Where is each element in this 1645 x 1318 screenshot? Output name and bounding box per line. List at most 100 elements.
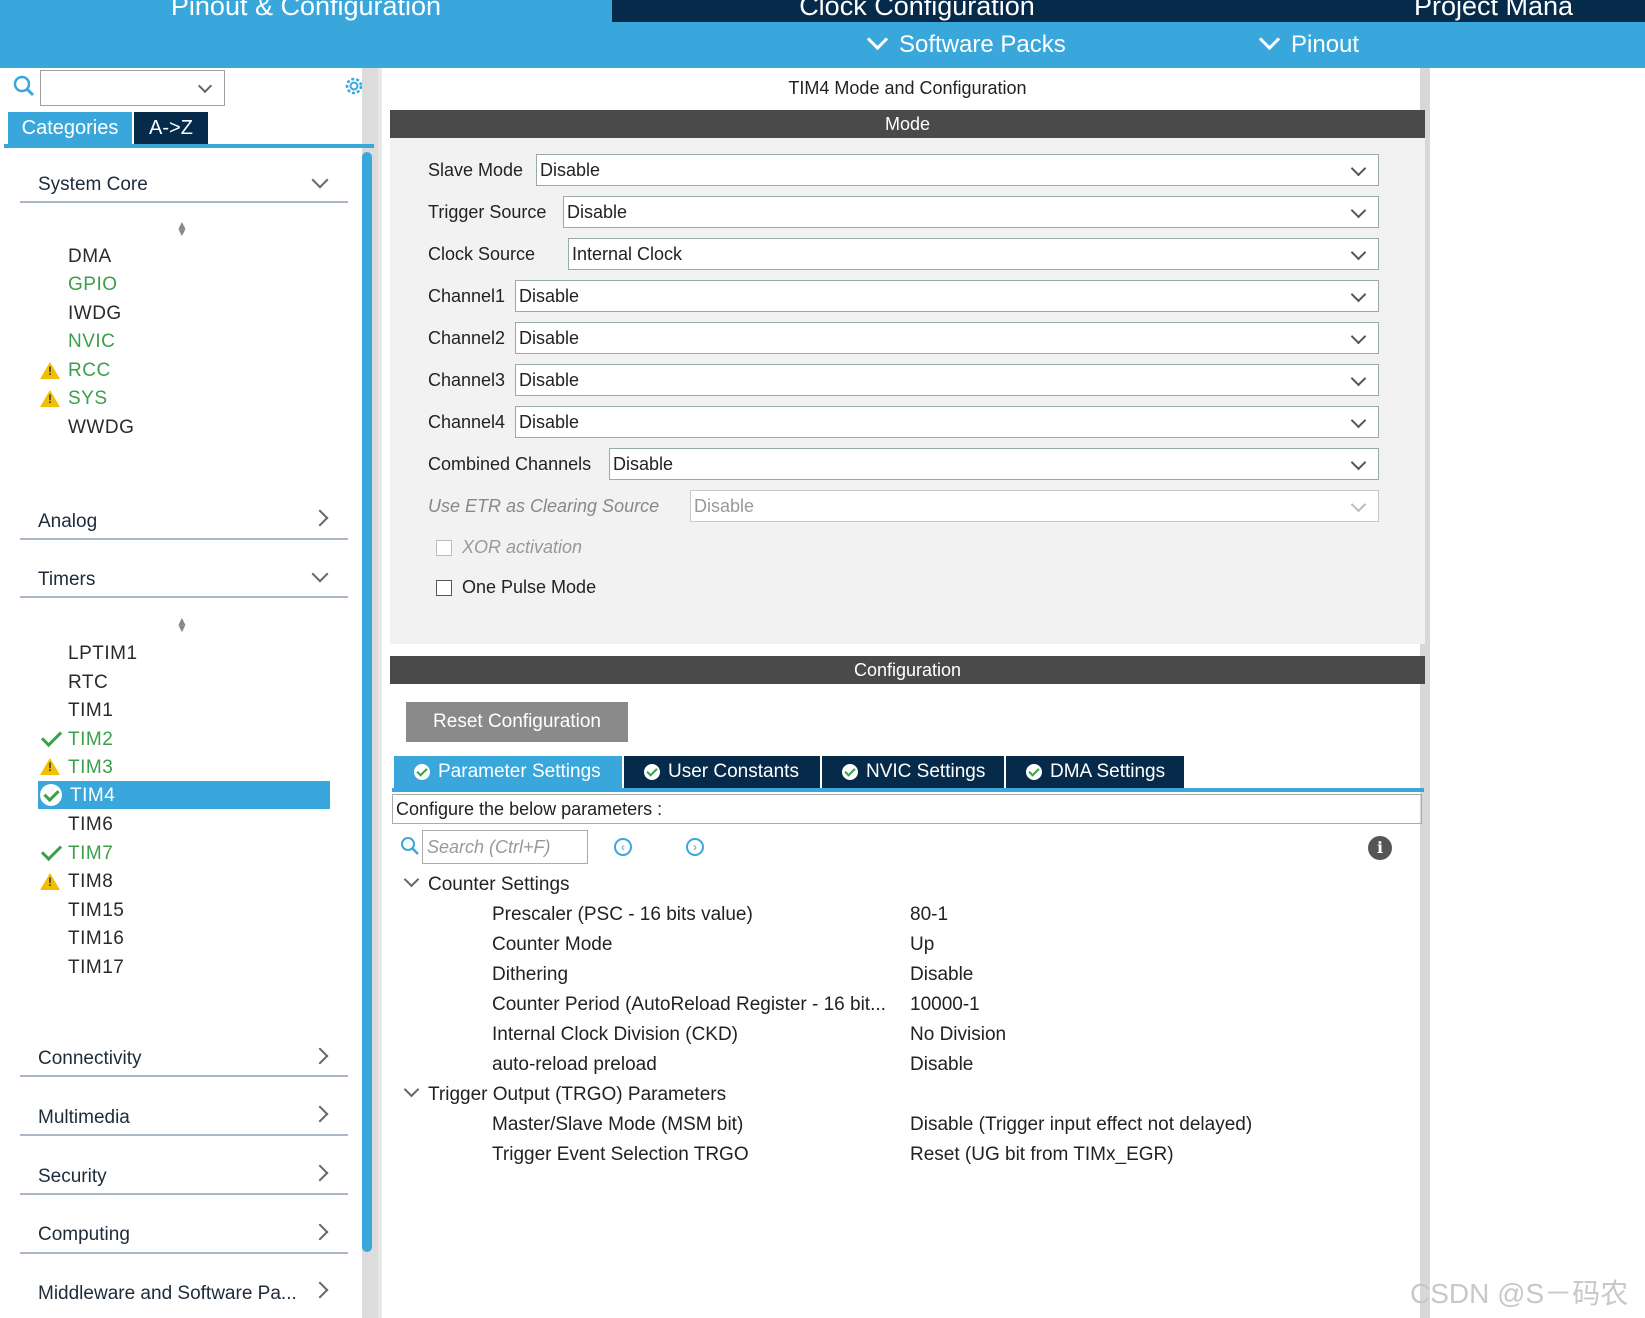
- sidebar-item-sys[interactable]: SYS: [68, 388, 108, 410]
- chevron-down-icon: [866, 28, 889, 51]
- param-value[interactable]: 10000-1: [910, 994, 980, 1016]
- tab-nvic-settings[interactable]: NVIC Settings: [822, 756, 1004, 788]
- group-counter-settings[interactable]: Counter Settings: [428, 874, 570, 896]
- section-security[interactable]: Security: [38, 1166, 107, 1188]
- warning-mark: !: [48, 392, 52, 406]
- section-analog[interactable]: Analog: [38, 511, 97, 533]
- tab-label: NVIC Settings: [866, 761, 986, 782]
- sidebar-item-tim6[interactable]: TIM6: [68, 814, 113, 836]
- trigger-source-value: Disable: [567, 202, 628, 222]
- previous-match-icon[interactable]: ‹: [614, 838, 632, 856]
- etr-clearing-select: Disable: [690, 490, 1379, 522]
- section-divider: [20, 1193, 348, 1195]
- channel2-value: Disable: [519, 328, 580, 348]
- channel4-value: Disable: [519, 412, 580, 432]
- param-name: Counter Period (AutoReload Register - 16…: [492, 994, 886, 1015]
- sidebar-item-dma[interactable]: DMA: [68, 246, 112, 268]
- watermark: CSDN @S－码农: [1410, 1278, 1629, 1309]
- channel1-select[interactable]: Disable: [515, 280, 1379, 312]
- group-trigger-output[interactable]: Trigger Output (TRGO) Parameters: [428, 1084, 726, 1106]
- info-icon[interactable]: i: [1368, 836, 1392, 860]
- search-icon[interactable]: [12, 74, 36, 98]
- slave-mode-select[interactable]: Disable: [536, 154, 1379, 186]
- section-divider: [20, 1075, 348, 1077]
- tab-categories[interactable]: Categories: [8, 112, 132, 144]
- param-value[interactable]: Disable: [910, 964, 973, 986]
- section-connectivity[interactable]: Connectivity: [38, 1048, 142, 1070]
- pinout-label: Pinout: [1291, 31, 1360, 58]
- sidebar-item-wwdg[interactable]: WWDG: [68, 417, 134, 439]
- tab-clock-configuration[interactable]: Clock Configuration: [614, 0, 1220, 22]
- param-value[interactable]: Up: [910, 934, 934, 956]
- sidebar-item-tim4[interactable]: TIM4: [70, 785, 115, 807]
- channel4-label: Channel4: [428, 412, 506, 432]
- section-divider: [20, 1134, 348, 1136]
- tab-a-to-z[interactable]: A->Z: [134, 112, 208, 144]
- parameter-search-input[interactable]: Search (Ctrl+F): [422, 830, 588, 864]
- channel3-select[interactable]: Disable: [515, 364, 1379, 396]
- sidebar-item-rcc[interactable]: RCC: [68, 360, 111, 382]
- clock-source-select[interactable]: Internal Clock: [568, 238, 1379, 270]
- tab-project-manager[interactable]: Project Mana: [1222, 0, 1645, 22]
- sidebar-item-tim8[interactable]: TIM8: [68, 871, 113, 893]
- sidebar-item-tim15[interactable]: TIM15: [68, 900, 124, 922]
- channel2-select[interactable]: Disable: [515, 322, 1379, 354]
- section-computing[interactable]: Computing: [38, 1224, 130, 1246]
- gear-icon[interactable]: [342, 74, 366, 98]
- chevron-down-icon: [1350, 202, 1367, 219]
- param-name: Internal Clock Division (CKD): [492, 1024, 739, 1045]
- page-title: TIM4 Mode and Configuration: [788, 78, 1027, 98]
- tab-parameter-settings[interactable]: Parameter Settings: [394, 756, 622, 788]
- pinout-menu[interactable]: Pinout: [1258, 28, 1360, 60]
- tab-user-constants[interactable]: User Constants: [624, 756, 820, 788]
- check-circle-icon: [414, 764, 430, 780]
- trigger-source-select[interactable]: Disable: [563, 196, 1379, 228]
- section-multimedia[interactable]: Multimedia: [38, 1107, 130, 1129]
- param-value[interactable]: Reset (UG bit from TIMx_EGR): [910, 1144, 1174, 1166]
- sidebar-item-rtc[interactable]: RTC: [68, 672, 108, 694]
- chevron-down-icon: [1350, 370, 1367, 387]
- param-value[interactable]: Disable: [910, 1054, 973, 1076]
- one-pulse-mode-checkbox[interactable]: [436, 580, 452, 596]
- xor-activation-label: XOR activation: [462, 537, 583, 557]
- channel4-select[interactable]: Disable: [515, 406, 1379, 438]
- sidebar-item-tim1[interactable]: TIM1: [68, 700, 113, 722]
- software-packs-menu[interactable]: Software Packs: [866, 28, 1066, 60]
- sidebar-item-nvic[interactable]: NVIC: [68, 331, 115, 353]
- section-system-core[interactable]: System Core: [38, 174, 148, 196]
- sidebar-item-tim3[interactable]: TIM3: [68, 757, 113, 779]
- next-match-icon[interactable]: ›: [686, 838, 704, 856]
- search-icon: [401, 837, 419, 855]
- sidebar-item-lptim1[interactable]: LPTIM1: [68, 643, 138, 665]
- sidebar-item-tim17[interactable]: TIM17: [68, 957, 124, 979]
- section-middleware[interactable]: Middleware and Software Pa...: [38, 1283, 297, 1305]
- sub-menu-bar: Software Packs Pinout: [0, 22, 1645, 68]
- tab-pinout-configuration[interactable]: Pinout & Configuration: [0, 0, 612, 22]
- sidebar-item-tim16[interactable]: TIM16: [68, 928, 124, 950]
- sidebar-item-tim2[interactable]: TIM2: [68, 729, 113, 751]
- sidebar-item-gpio[interactable]: GPIO: [68, 274, 118, 296]
- combined-channels-select[interactable]: Disable: [609, 448, 1379, 480]
- section-timers[interactable]: Timers: [38, 569, 95, 591]
- sidebar-item-iwdg[interactable]: IWDG: [68, 303, 122, 325]
- tab-label: Parameter Settings: [438, 761, 601, 782]
- chevron-down-icon: [1350, 160, 1367, 177]
- tab-dma-settings[interactable]: DMA Settings: [1006, 756, 1184, 788]
- param-value[interactable]: 80-1: [910, 904, 948, 926]
- sort-icon[interactable]: ▲ ▼: [176, 219, 188, 238]
- param-value[interactable]: No Division: [910, 1024, 1006, 1046]
- warning-mark: !: [48, 875, 52, 889]
- sort-icon[interactable]: ▲ ▼: [176, 615, 188, 634]
- chevron-down-icon: [1350, 286, 1367, 303]
- param-value[interactable]: Disable (Trigger input effect not delaye…: [910, 1114, 1252, 1136]
- section-divider: [20, 201, 348, 203]
- sidebar-search-input[interactable]: [40, 70, 225, 106]
- check-circle-icon: [842, 764, 858, 780]
- reset-configuration-button[interactable]: Reset Configuration: [406, 702, 628, 742]
- sidebar-scrollbar[interactable]: [362, 152, 372, 1252]
- check-circle-icon: [644, 764, 660, 780]
- chevron-down-icon[interactable]: [197, 78, 213, 94]
- trigger-source-label: Trigger Source: [428, 202, 547, 222]
- sidebar-item-tim7[interactable]: TIM7: [68, 843, 113, 865]
- channel1-label: Channel1: [428, 286, 506, 306]
